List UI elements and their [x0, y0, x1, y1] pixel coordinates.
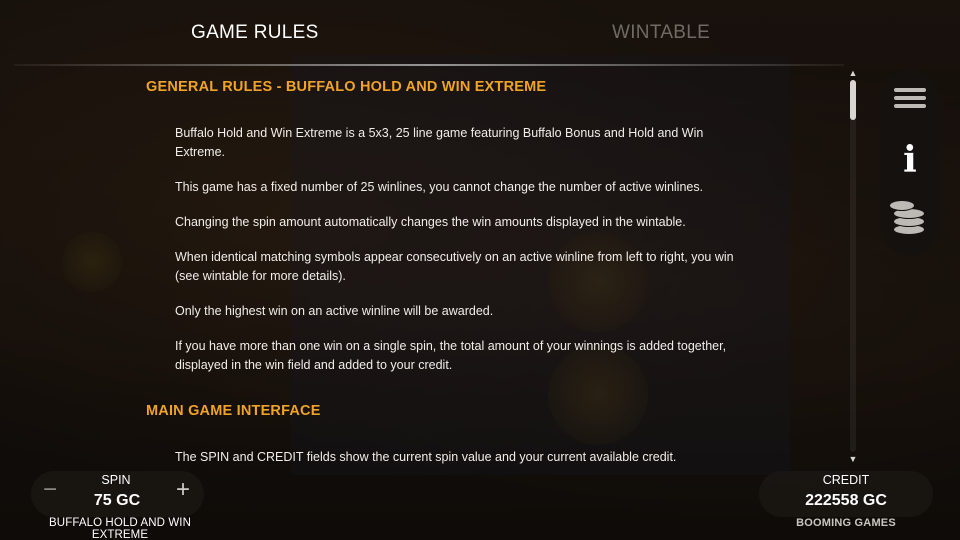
coins-button[interactable] [881, 194, 939, 250]
side-menu: i [881, 70, 939, 256]
menu-icon[interactable] [881, 76, 939, 132]
info-icon: i [903, 139, 917, 181]
scrollbar-track[interactable] [850, 80, 856, 452]
spin-decrease-button[interactable]: − [38, 478, 62, 502]
brand-logo: BOOMING GAMES [796, 517, 896, 529]
rules-paragraph: Only the highest win on an active winlin… [175, 304, 494, 318]
credit-value: 222558 GC [805, 492, 887, 509]
spin-increase-button[interactable]: + [171, 478, 195, 502]
rules-paragraph: The SPIN and CREDIT fields show the curr… [175, 450, 677, 464]
scrollbar-thumb[interactable] [850, 80, 856, 120]
section-title: GENERAL RULES - BUFFALO HOLD AND WIN EXT… [146, 79, 547, 95]
scroll-up-icon[interactable]: ▲ [848, 68, 858, 78]
rules-paragraph: Changing the spin amount automatically c… [175, 215, 686, 229]
tab-game-rules[interactable]: GAME RULES [191, 22, 319, 44]
rules-paragraph: If you have more than one win on a singl… [175, 339, 727, 372]
tab-bar: GAME RULES WINTABLE [0, 0, 960, 66]
rules-paragraph: When identical matching symbols appear c… [175, 250, 734, 283]
game-name: BUFFALO HOLD AND WIN EXTREME [49, 517, 191, 540]
info-button[interactable]: i [881, 134, 939, 190]
scroll-down-icon[interactable]: ▼ [848, 454, 858, 464]
rules-paragraph: This game has a fixed number of 25 winli… [175, 180, 704, 194]
section-title: MAIN GAME INTERFACE [146, 403, 321, 419]
rules-content[interactable]: GENERAL RULES - BUFFALO HOLD AND WIN EXT… [146, 78, 836, 468]
spin-label: SPIN [101, 473, 131, 487]
tab-divider [14, 64, 844, 66]
rules-paragraph: Buffalo Hold and Win Extreme is a 5x3, 2… [175, 126, 704, 159]
spin-value: 75 GC [93, 492, 141, 509]
tab-wintable[interactable]: WINTABLE [612, 22, 710, 44]
credit-label: CREDIT [822, 473, 870, 487]
